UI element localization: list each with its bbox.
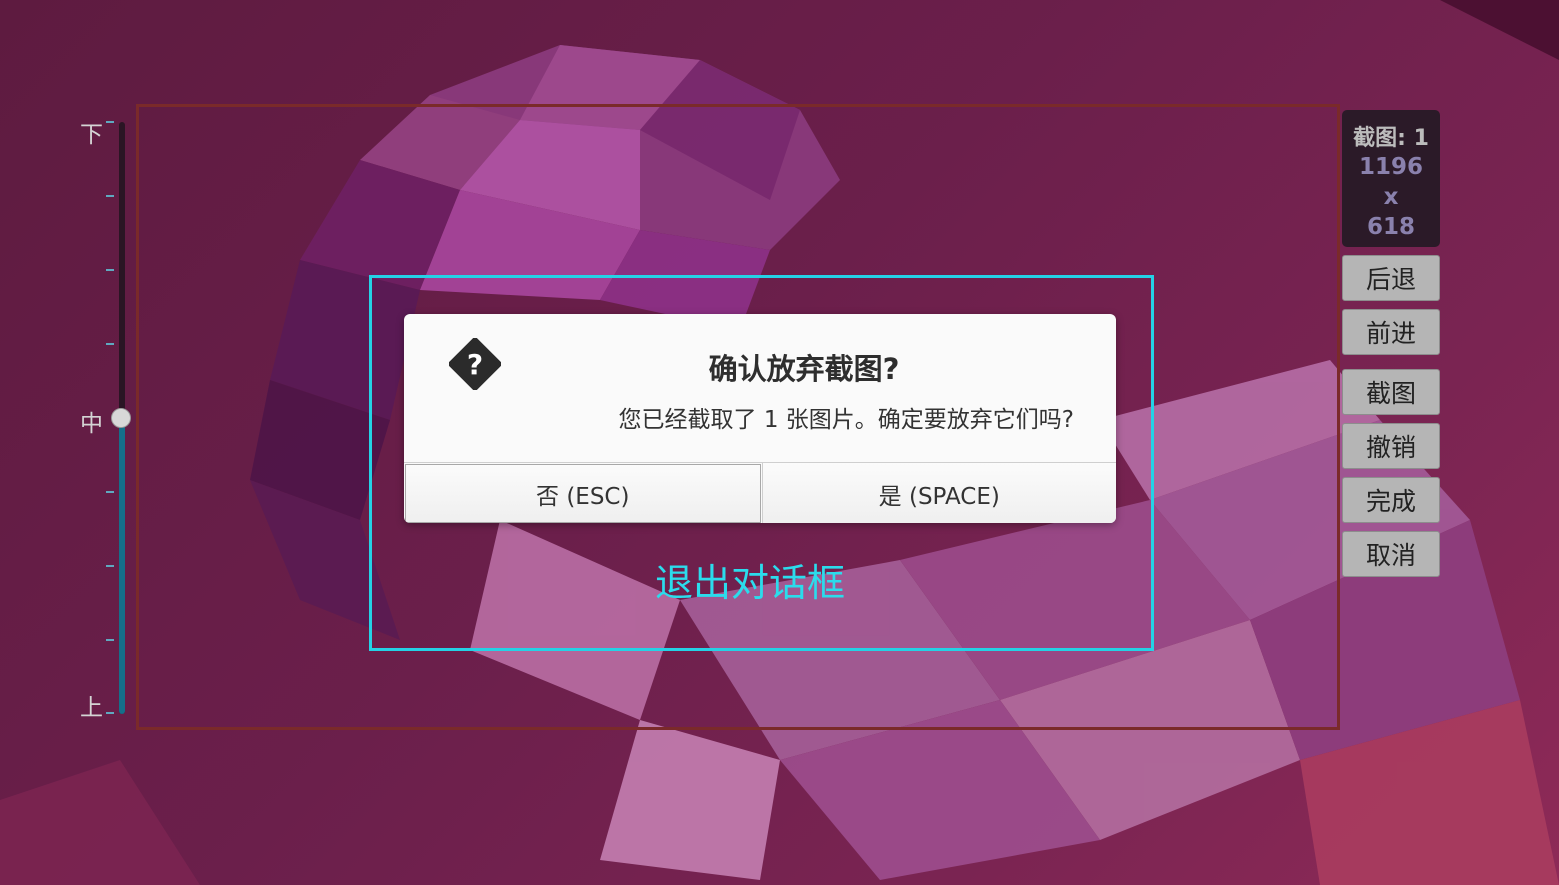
cancel-button[interactable]: 取消 [1342,531,1440,577]
slider-tick [106,491,114,493]
capture-count: 截图: 1 [1353,126,1429,151]
dialog-button-row: 否 (ESC) 是 (SPACE) [404,462,1116,523]
slider-tick [106,195,114,197]
slider-label-middle: 中 [80,411,103,437]
question-diamond-icon: ? [449,338,501,390]
svg-text:?: ? [467,348,483,381]
opacity-slider-handle[interactable] [111,408,131,428]
capture-info-panel: 截图: 1 1196 x 618 [1342,110,1440,247]
capture-button[interactable]: 截图 [1342,369,1440,415]
slider-label-bottom: 上 [80,695,103,721]
slider-label-top: 下 [80,122,103,148]
undo-button[interactable]: 撤销 [1342,423,1440,469]
capture-height: 618 [1366,214,1415,240]
slider-tick [106,639,114,641]
opacity-slider-fill [119,418,125,714]
back-button[interactable]: 后退 [1342,255,1440,301]
dialog-title: 确认放弃截图? [708,352,900,386]
slider-tick [106,121,114,123]
done-button[interactable]: 完成 [1342,477,1440,523]
no-esc-button[interactable]: 否 (ESC) [405,464,761,523]
slider-tick [106,343,114,345]
confirm-discard-dialog: ? 确认放弃截图? 您已经截取了 1 张图片。确定要放弃它们吗? 否 (ESC)… [404,314,1116,523]
capture-size-separator: x [1383,184,1399,210]
yes-space-button[interactable]: 是 (SPACE) [761,463,1116,523]
slider-tick [106,269,114,271]
dialog-message: 您已经截取了 1 张图片。确定要放弃它们吗? [618,407,1074,433]
capture-width: 1196 [1358,154,1423,180]
slider-tick [106,565,114,567]
forward-button[interactable]: 前进 [1342,309,1440,355]
exit-dialog-label[interactable]: 退出对话框 [560,552,940,607]
slider-tick [106,712,114,714]
